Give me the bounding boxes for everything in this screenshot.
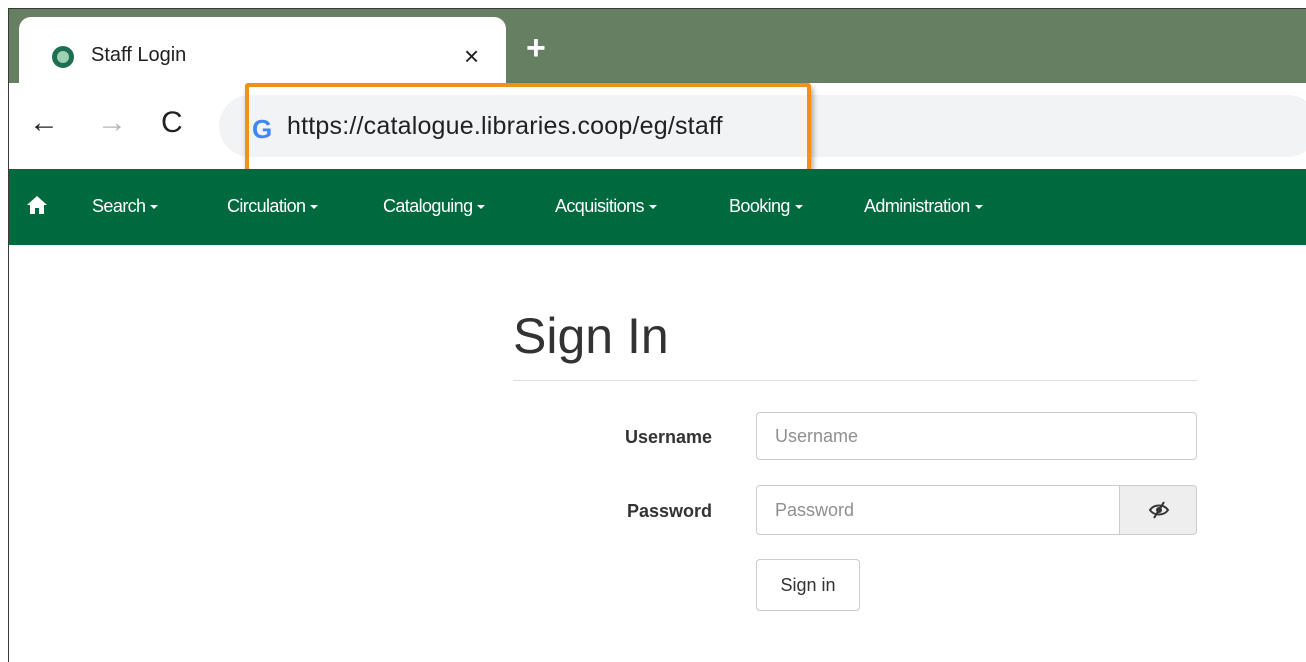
- browser-window: Staff Login × + ← → C G https://catalogu…: [8, 8, 1306, 662]
- app-navbar: Search Circulation Cataloguing Acquisiti…: [9, 169, 1306, 245]
- menu-search-label: Search: [92, 196, 146, 216]
- menu-cataloguing[interactable]: Cataloguing: [383, 196, 486, 217]
- caret-down-icon: [974, 205, 983, 210]
- tab-title: Staff Login: [91, 44, 187, 66]
- username-input[interactable]: [756, 412, 1197, 460]
- evergreen-favicon-icon: [52, 46, 74, 68]
- menu-booking[interactable]: Booking: [729, 196, 803, 217]
- menu-acquisitions-label: Acquisitions: [555, 196, 644, 216]
- new-tab-button[interactable]: +: [526, 31, 546, 65]
- password-group: [756, 485, 1197, 535]
- browser-toolbar: ← → C G https://catalogue.libraries.coop…: [9, 83, 1306, 185]
- password-label: Password: [626, 501, 712, 521]
- username-label: Username: [624, 427, 712, 447]
- menu-search[interactable]: Search: [92, 196, 159, 217]
- eye-slash-icon: [1148, 501, 1170, 519]
- back-button[interactable]: ←: [29, 105, 59, 141]
- show-password-button[interactable]: [1119, 485, 1197, 535]
- title-divider: [513, 380, 1197, 381]
- menu-administration-label: Administration: [864, 196, 970, 216]
- caret-down-icon: [477, 205, 486, 210]
- password-input[interactable]: [756, 485, 1120, 535]
- sign-in-button[interactable]: Sign in: [756, 559, 860, 611]
- close-tab-icon[interactable]: ×: [464, 41, 479, 71]
- menu-circulation[interactable]: Circulation: [227, 196, 319, 217]
- page-title: Sign In: [513, 308, 669, 364]
- menu-administration[interactable]: Administration: [864, 196, 983, 217]
- caret-down-icon: [150, 205, 159, 210]
- caret-down-icon: [648, 205, 657, 210]
- menu-cataloguing-label: Cataloguing: [383, 196, 473, 216]
- menu-booking-label: Booking: [729, 196, 790, 216]
- forward-button[interactable]: →: [97, 105, 127, 141]
- caret-down-icon: [794, 205, 803, 210]
- reload-button[interactable]: C: [161, 105, 183, 141]
- tab-staff-login[interactable]: Staff Login ×: [19, 17, 506, 91]
- menu-circulation-label: Circulation: [227, 196, 306, 216]
- menu-acquisitions[interactable]: Acquisitions: [555, 196, 657, 217]
- caret-down-icon: [310, 205, 319, 210]
- home-icon[interactable]: [26, 194, 48, 216]
- tab-strip: Staff Login × +: [9, 9, 1306, 91]
